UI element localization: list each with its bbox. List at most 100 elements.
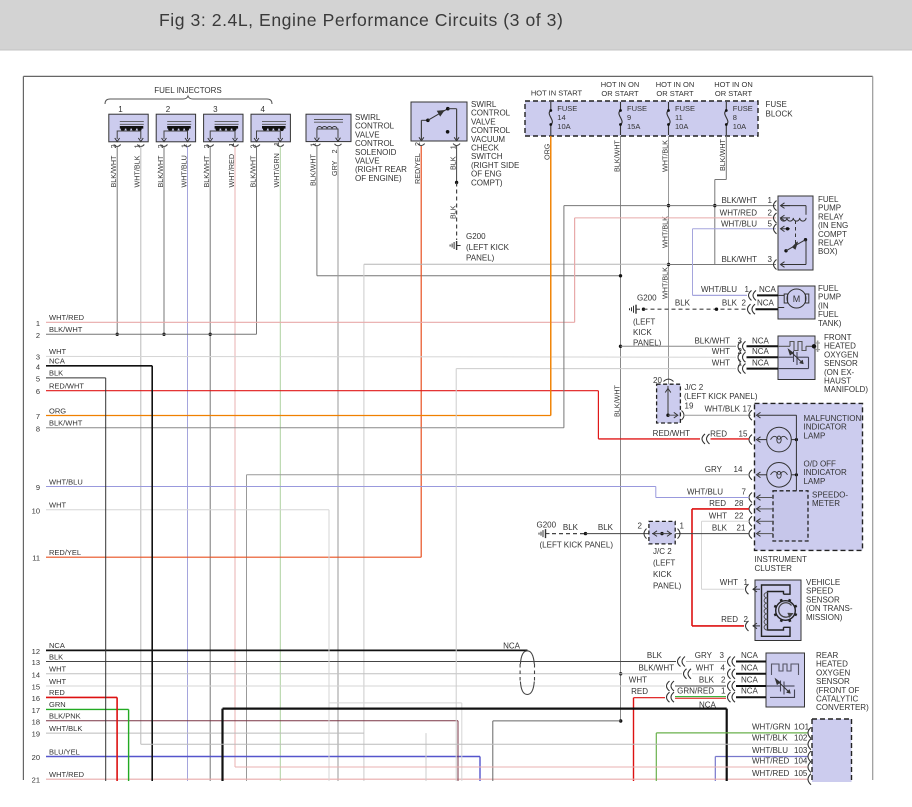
svg-text:14: 14 xyxy=(557,113,565,122)
svg-text:FUSE: FUSE xyxy=(733,104,753,113)
svg-text:RED/WHT: RED/WHT xyxy=(653,429,690,438)
svg-text:INDICATOR: INDICATOR xyxy=(804,423,847,432)
svg-text:GRN: GRN xyxy=(49,700,66,709)
svg-text:GRY 2: GRY 2 xyxy=(330,149,339,176)
svg-text:WHT/RED: WHT/RED xyxy=(752,757,790,766)
svg-text:BLK: BLK xyxy=(675,299,691,308)
svg-text:WHT/RED: WHT/RED xyxy=(49,313,85,322)
svg-text:15A: 15A xyxy=(627,122,640,131)
svg-text:CHECK: CHECK xyxy=(471,144,500,153)
svg-text:3: 3 xyxy=(738,336,743,345)
svg-text:(ON TRANS-: (ON TRANS- xyxy=(806,604,853,613)
svg-text:PANEL): PANEL) xyxy=(653,582,682,591)
svg-text:SOLENOID: SOLENOID xyxy=(355,148,397,157)
svg-text:WHT/RED: WHT/RED xyxy=(752,769,790,778)
svg-text:BLK/WHT: BLK/WHT xyxy=(612,384,621,417)
svg-text:BLK 1: BLK 1 xyxy=(448,145,457,170)
svg-text:2: 2 xyxy=(36,331,40,340)
svg-text:J/C 2: J/C 2 xyxy=(685,383,704,392)
svg-text:REAR: REAR xyxy=(816,651,838,660)
svg-text:9: 9 xyxy=(36,483,40,492)
svg-text:WHT: WHT xyxy=(696,663,714,672)
svg-text:RED: RED xyxy=(709,499,726,508)
svg-text:WHT/BLK: WHT/BLK xyxy=(660,216,669,248)
svg-text:2: 2 xyxy=(166,105,171,114)
svg-text:6: 6 xyxy=(36,387,40,396)
svg-text:HOT IN START: HOT IN START xyxy=(531,89,583,98)
svg-text:METER: METER xyxy=(812,499,840,508)
svg-text:OR START: OR START xyxy=(601,89,639,98)
svg-text:NCA: NCA xyxy=(741,663,759,672)
svg-text:VEHICLE: VEHICLE xyxy=(806,578,840,587)
svg-text:GRY: GRY xyxy=(705,465,723,474)
svg-text:BLK/WHT: BLK/WHT xyxy=(721,196,757,205)
svg-text:COMPT): COMPT) xyxy=(471,178,503,187)
svg-text:NCA: NCA xyxy=(741,676,759,685)
svg-text:WHT: WHT xyxy=(49,347,66,356)
svg-text:LAMP: LAMP xyxy=(804,431,826,440)
svg-text:FRONT: FRONT xyxy=(824,333,852,342)
svg-text:7: 7 xyxy=(36,412,40,421)
svg-text:WHT/BLU: WHT/BLU xyxy=(752,746,788,755)
svg-text:2: 2 xyxy=(768,208,773,217)
svg-text:3: 3 xyxy=(768,255,773,264)
svg-text:9: 9 xyxy=(627,113,631,122)
svg-text:KICK: KICK xyxy=(633,328,652,337)
svg-text:10A: 10A xyxy=(557,122,570,131)
svg-text:RED: RED xyxy=(49,688,65,697)
svg-text:10A: 10A xyxy=(733,122,746,131)
svg-text:BLK/WHT 2: BLK/WHT 2 xyxy=(156,144,165,187)
svg-text:3: 3 xyxy=(213,105,218,114)
svg-text:2: 2 xyxy=(742,299,747,308)
svg-text:2: 2 xyxy=(738,347,743,356)
svg-text:RELAY: RELAY xyxy=(818,239,844,248)
svg-text:HEATED: HEATED xyxy=(824,342,856,351)
svg-text:Fig 3: 2.4L, Engine Performanc: Fig 3: 2.4L, Engine Performance Circuits… xyxy=(159,10,563,30)
svg-text:SWIRL: SWIRL xyxy=(471,100,497,109)
svg-text:(LEFT KICK: (LEFT KICK xyxy=(466,243,510,252)
svg-text:FUEL INJECTORS: FUEL INJECTORS xyxy=(154,86,222,95)
svg-text:15: 15 xyxy=(739,430,748,439)
svg-text:PUMP: PUMP xyxy=(818,204,841,213)
svg-text:1O1: 1O1 xyxy=(794,722,810,731)
svg-text:21: 21 xyxy=(737,524,746,533)
svg-text:GRN/RED: GRN/RED xyxy=(677,687,714,696)
svg-text:20: 20 xyxy=(653,376,662,385)
svg-text:NCA: NCA xyxy=(752,336,770,345)
svg-text:11: 11 xyxy=(32,554,40,563)
svg-text:104: 104 xyxy=(794,757,808,766)
svg-text:INDICATOR: INDICATOR xyxy=(804,468,847,477)
svg-text:PUMP: PUMP xyxy=(818,293,841,302)
svg-text:FUSE: FUSE xyxy=(766,100,787,109)
svg-text:BLK/WHT: BLK/WHT xyxy=(721,255,757,264)
svg-text:3: 3 xyxy=(36,353,40,362)
svg-text:(LEFT: (LEFT xyxy=(633,318,655,327)
svg-text:WHT/BLK 1: WHT/BLK 1 xyxy=(133,144,142,187)
svg-text:20: 20 xyxy=(32,753,40,762)
svg-text:J/C 2: J/C 2 xyxy=(653,547,672,556)
svg-text:BLK: BLK xyxy=(49,369,63,378)
svg-text:17: 17 xyxy=(32,706,40,715)
svg-text:14: 14 xyxy=(734,465,743,474)
svg-text:1: 1 xyxy=(745,285,750,294)
svg-text:OF ENG: OF ENG xyxy=(471,170,502,179)
svg-text:(LEFT KICK PANEL): (LEFT KICK PANEL) xyxy=(540,541,614,550)
svg-text:SWITCH: SWITCH xyxy=(471,152,503,161)
svg-text:MISSION): MISSION) xyxy=(806,613,843,622)
svg-text:19: 19 xyxy=(685,402,694,411)
svg-text:SWIRL: SWIRL xyxy=(355,113,381,122)
svg-text:BLK: BLK xyxy=(712,524,728,533)
svg-text:NCA: NCA xyxy=(757,299,775,308)
svg-text:WHT/RED 1: WHT/RED 1 xyxy=(227,143,236,188)
svg-text:G200: G200 xyxy=(466,232,486,241)
svg-text:WHT: WHT xyxy=(720,578,738,587)
svg-text:MALFUNCTION: MALFUNCTION xyxy=(804,414,862,423)
svg-text:BLK/PNK: BLK/PNK xyxy=(49,712,81,721)
svg-text:4: 4 xyxy=(721,663,726,672)
svg-text:COMPT: COMPT xyxy=(818,230,847,239)
svg-text:WHT/RED: WHT/RED xyxy=(49,770,85,779)
svg-text:M: M xyxy=(793,294,801,304)
svg-text:OXYGEN: OXYGEN xyxy=(824,350,858,359)
svg-text:2: 2 xyxy=(721,676,726,685)
svg-text:15: 15 xyxy=(32,683,40,692)
